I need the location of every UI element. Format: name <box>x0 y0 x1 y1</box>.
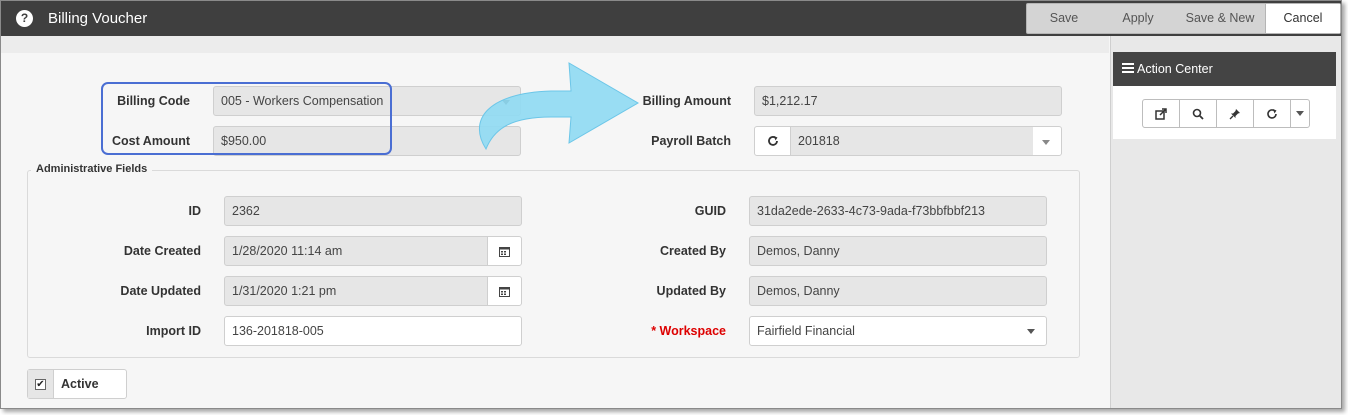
top-strip <box>1 36 1109 53</box>
chevron-down-icon <box>1042 140 1050 145</box>
action-center-panel: Action Center <box>1110 36 1341 408</box>
title-bar: ? Billing Voucher Save Apply Save & New … <box>1 1 1341 36</box>
search-icon[interactable] <box>1180 100 1217 127</box>
help-icon[interactable]: ? <box>16 10 33 27</box>
pin-icon[interactable] <box>1217 100 1254 127</box>
updated-by-field[interactable]: Demos, Danny <box>749 276 1047 306</box>
chevron-down-icon <box>1027 329 1035 334</box>
open-external-icon[interactable] <box>1143 100 1180 127</box>
refresh-icon[interactable] <box>755 127 791 155</box>
payroll-batch-value: 201818 <box>791 127 1033 155</box>
date-created-field[interactable]: 1/28/2020 11:14 am <box>224 236 488 266</box>
id-label: ID <box>188 204 202 218</box>
action-center-body <box>1113 86 1336 139</box>
refresh-icon[interactable] <box>1254 100 1291 127</box>
action-center-title: Action Center <box>1137 62 1213 76</box>
import-id-field[interactable]: 136-201818-005 <box>224 316 522 346</box>
date-created-label: Date Created <box>123 244 201 258</box>
required-mark: * <box>651 324 660 338</box>
active-toggle[interactable]: ✔ Active <box>27 369 127 399</box>
workspace-label-text: Workspace <box>659 324 726 338</box>
import-id-label: Import ID <box>146 324 201 338</box>
action-center-header: Action Center <box>1113 52 1336 86</box>
active-label: Active <box>61 377 99 391</box>
administrative-fields-legend: Administrative Fields <box>31 163 153 175</box>
guid-field[interactable]: 31da2ede-2633-4c73-9ada-f73bbfbbf213 <box>749 196 1047 226</box>
date-updated-label: Date Updated <box>120 284 201 298</box>
toolbar: Save Apply Save & New Cancel <box>1026 3 1341 34</box>
cancel-button[interactable]: Cancel <box>1265 4 1340 33</box>
calendar-icon[interactable] <box>487 236 522 266</box>
apply-button[interactable]: Apply <box>1101 4 1175 33</box>
save-button[interactable]: Save <box>1027 4 1101 33</box>
curved-arrow-icon <box>478 62 639 151</box>
billing-amount-field[interactable]: $1,212.17 <box>754 86 1062 116</box>
chevron-down-icon[interactable] <box>1291 100 1309 127</box>
action-center-buttons <box>1142 99 1310 128</box>
id-field[interactable]: 2362 <box>224 196 522 226</box>
workspace-select[interactable]: Fairfield Financial <box>749 316 1047 346</box>
created-by-label: Created By <box>660 244 726 258</box>
main-form: Billing Code 005 - Workers Compensation … <box>1 53 1109 408</box>
highlight-box <box>101 82 392 155</box>
guid-label: GUID <box>694 204 726 218</box>
updated-by-label: Updated By <box>656 284 726 298</box>
date-updated-field[interactable]: 1/31/2020 1:21 pm <box>224 276 488 306</box>
payroll-batch-select[interactable]: 201818 <box>754 126 1062 156</box>
workspace-value: Fairfield Financial <box>757 324 855 338</box>
workspace-label: * Workspace <box>601 324 726 338</box>
calendar-icon[interactable] <box>487 276 522 306</box>
created-by-field[interactable]: Demos, Danny <box>749 236 1047 266</box>
list-icon <box>1122 63 1134 73</box>
window-title: Billing Voucher <box>48 10 148 27</box>
save-and-new-button[interactable]: Save & New <box>1175 4 1265 33</box>
checkbox-checked-icon[interactable]: ✔ <box>35 378 46 390</box>
active-checkbox-cell[interactable]: ✔ <box>28 370 54 398</box>
billing-voucher-window: ? Billing Voucher Save Apply Save & New … <box>0 0 1342 409</box>
